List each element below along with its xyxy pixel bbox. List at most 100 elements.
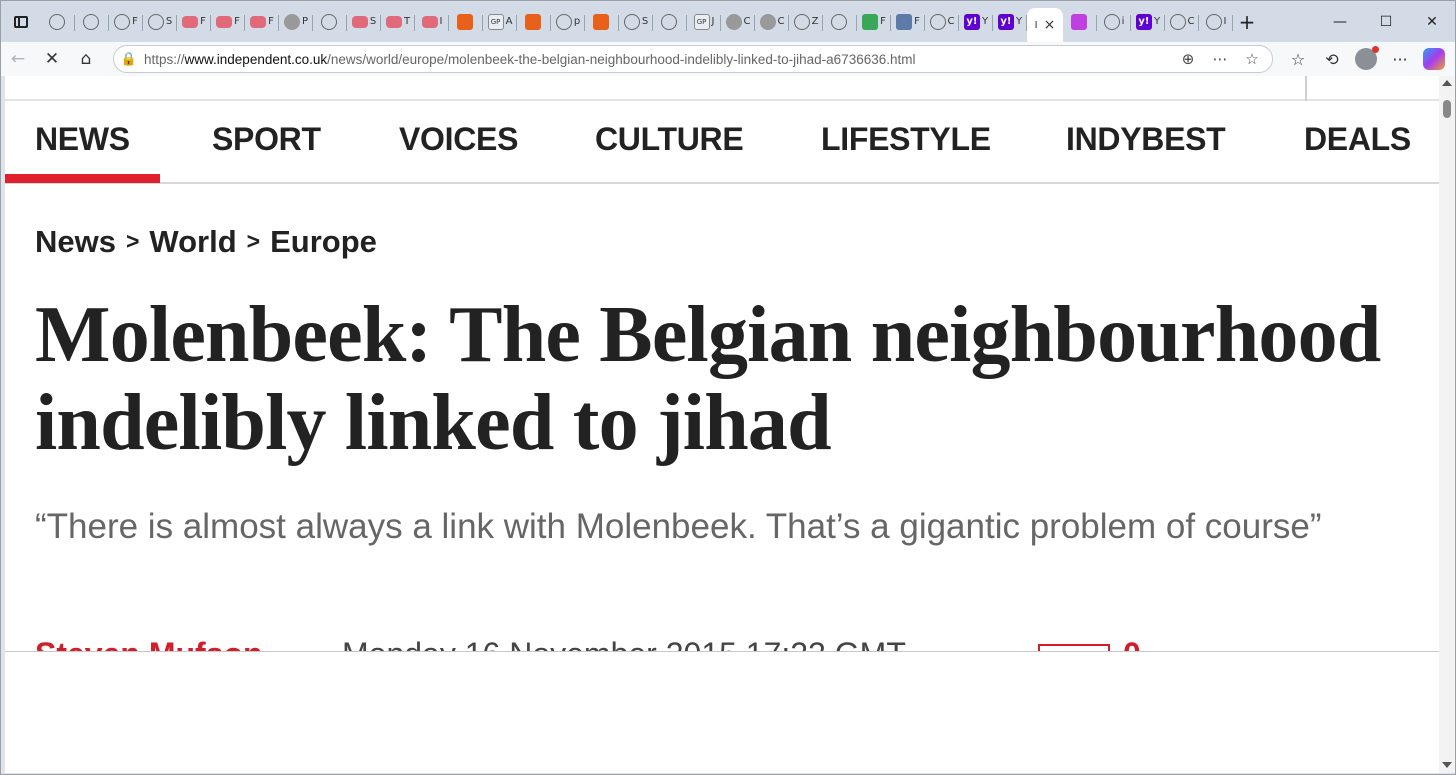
browser-tab[interactable]: I [415, 7, 449, 37]
globe-icon [1103, 13, 1120, 30]
nav-sport[interactable]: SPORT [212, 121, 321, 158]
address-bar[interactable]: 🔒 https://www.independent.co.uk/news/wor… [113, 45, 1273, 73]
favorite-star-icon[interactable]: ☆ [1240, 50, 1264, 68]
youtube-icon [216, 15, 233, 28]
comment-count[interactable]: 0 [1123, 636, 1141, 651]
news-icon [114, 13, 131, 30]
more-tools-icon[interactable]: ⋯ [1208, 50, 1232, 68]
browser-tab[interactable] [517, 7, 551, 37]
active-tab[interactable]: I × [1027, 8, 1063, 42]
tab-list: F S F F F P S T I GP Ap S GP J C C Z F F Cy! Yy! Y I × i y! Y C I [41, 1, 1233, 42]
browser-tab[interactable]: S [143, 7, 177, 37]
browser-tab[interactable]: GP J [687, 7, 721, 37]
browser-tab[interactable] [75, 7, 109, 37]
history-button[interactable]: ⟲ [1315, 42, 1349, 76]
browser-tab[interactable]: F [891, 7, 925, 37]
browser-tab[interactable]: T [381, 7, 415, 37]
browser-tab[interactable]: GP A [483, 7, 517, 37]
tab-title: Z [811, 16, 819, 27]
tab-title: p [573, 16, 581, 27]
section-nav: NEWS SPORT VOICES CULTURE LIFESTYLE INDY… [5, 101, 1439, 184]
home-button[interactable]: ⌂ [69, 42, 103, 76]
browser-tab[interactable] [313, 7, 347, 37]
maximize-button[interactable]: ☐ [1363, 1, 1409, 42]
tab-title: I [1223, 16, 1227, 27]
browser-tab[interactable]: F [857, 7, 891, 37]
byline: Steven Mufson Monday 16 November 2015 17… [35, 636, 1335, 651]
tab-title: S [165, 16, 173, 27]
tab-title: F [268, 16, 274, 27]
browser-tab[interactable]: y! Y [959, 7, 993, 37]
browser-tab[interactable]: C [925, 7, 959, 37]
browser-tab[interactable] [823, 7, 857, 37]
browser-tab[interactable] [1063, 7, 1097, 37]
tab-title: F [132, 16, 138, 27]
copilot-button[interactable] [1417, 42, 1451, 76]
scroll-thumb[interactable] [1443, 100, 1451, 118]
scrollbar[interactable] [1439, 76, 1455, 773]
browser-tab[interactable]: y! Y [993, 7, 1027, 37]
browser-tab[interactable]: p [551, 7, 585, 37]
nav-culture[interactable]: CULTURE [595, 121, 744, 158]
breadcrumb-news[interactable]: News [35, 224, 116, 259]
link-icon [1205, 13, 1222, 30]
nav-voices[interactable]: VOICES [399, 121, 518, 158]
nav-indybest[interactable]: INDYBEST [1066, 121, 1226, 158]
close-window-button[interactable]: ✕ [1409, 1, 1455, 42]
profile-button[interactable] [1349, 42, 1383, 76]
settings-menu-button[interactable]: ··· [1383, 42, 1417, 76]
browser-tab[interactable]: P [279, 7, 313, 37]
blue-icon [896, 13, 913, 30]
browser-tab[interactable]: C [721, 7, 755, 37]
url-text[interactable]: https://www.independent.co.uk/news/world… [144, 52, 916, 67]
web-page: NEWS SPORT VOICES CULTURE LIFESTYLE INDY… [5, 76, 1439, 651]
close-tab-icon[interactable]: × [1044, 17, 1056, 33]
browser-tab[interactable]: I [1199, 7, 1233, 37]
browser-tab[interactable]: S [347, 7, 381, 37]
lock-icon[interactable]: 🔒 [114, 52, 144, 67]
back-button[interactable]: ← [1, 42, 35, 76]
zoom-icon[interactable]: ⊕ [1176, 50, 1200, 68]
tab-actions-icon [14, 15, 28, 28]
browser-tab[interactable]: C [755, 7, 789, 37]
tab-title: F [200, 16, 206, 27]
tab-actions-button[interactable] [1, 1, 41, 42]
google-icon [929, 13, 946, 30]
browser-tab[interactable] [449, 7, 483, 37]
browser-tab[interactable]: F [109, 7, 143, 37]
scroll-up-arrow[interactable] [1442, 80, 1452, 86]
seal-icon [283, 13, 300, 30]
browser-tab[interactable]: Z [789, 7, 823, 37]
new-tab-button[interactable]: + [1233, 10, 1261, 34]
browser-tab[interactable] [41, 7, 75, 37]
browser-tab[interactable]: y! Y [1131, 7, 1165, 37]
minimize-button[interactable]: — [1317, 1, 1363, 42]
breadcrumb-europe[interactable]: Europe [270, 224, 377, 259]
nav-news[interactable]: NEWS [35, 121, 130, 158]
scroll-down-arrow[interactable] [1442, 762, 1452, 768]
browser-tab[interactable]: C [1165, 7, 1199, 37]
tab-title: C [947, 16, 955, 27]
author-link[interactable]: Steven Mufson [35, 636, 263, 651]
browser-tab[interactable] [585, 7, 619, 37]
toolbar-right: ☆ ⟲ ··· [1281, 42, 1451, 76]
yahoo-icon: y! [997, 13, 1014, 30]
browser-tab[interactable] [653, 7, 687, 37]
nav-lifestyle[interactable]: LIFESTYLE [821, 121, 991, 158]
browser-tab[interactable]: F [211, 7, 245, 37]
breadcrumb-world[interactable]: World [149, 224, 236, 259]
browser-tab[interactable]: S [619, 7, 653, 37]
browser-window: F S F F F P S T I GP Ap S GP J C C Z F F Cy! Yy! Y I × i y! Y C I + … [0, 0, 1456, 775]
browser-tab[interactable]: F [245, 7, 279, 37]
nav-deals[interactable]: DEALS [1304, 121, 1411, 158]
favorites-button[interactable]: ☆ [1281, 42, 1315, 76]
stop-loading-button[interactable]: ✕ [35, 42, 69, 76]
breadcrumb-separator: > [125, 228, 140, 254]
browser-tab[interactable]: F [177, 7, 211, 37]
comments-icon[interactable] [1038, 644, 1110, 651]
browser-tab[interactable]: i [1097, 7, 1131, 37]
tab-separator [1232, 14, 1233, 31]
browser-toolbar: ← ✕ ⌂ 🔒 https://www.independent.co.uk/ne… [1, 42, 1455, 76]
page-blank-area [5, 651, 1439, 773]
avatar [1355, 46, 1379, 70]
